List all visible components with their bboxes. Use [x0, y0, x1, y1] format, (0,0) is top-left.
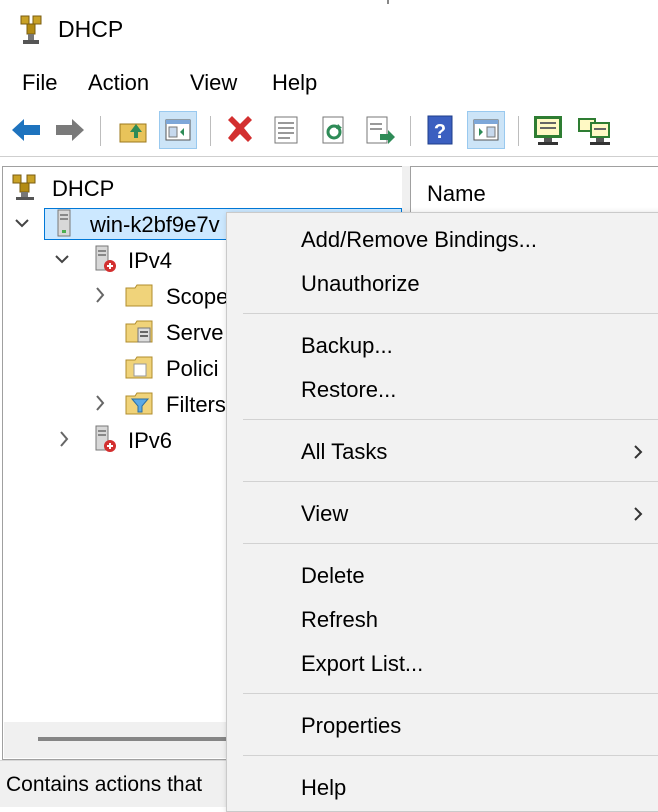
- menu-item-backup[interactable]: Backup...: [301, 333, 393, 359]
- title-divider: [387, 0, 389, 4]
- menu-separator: [243, 755, 658, 756]
- status-text: Contains actions that: [6, 773, 203, 796]
- menu-item-properties[interactable]: Properties: [301, 713, 401, 739]
- menu-help[interactable]: Help: [270, 70, 319, 96]
- context-menu: Add/Remove Bindings... Unauthorize Backu…: [226, 212, 658, 812]
- menu-item-add-remove-bindings[interactable]: Add/Remove Bindings...: [301, 227, 537, 253]
- tree-label: Polici: [166, 356, 219, 381]
- menu-separator: [243, 419, 658, 420]
- delete-icon[interactable]: [222, 112, 258, 148]
- tree-item-dhcp-root[interactable]: DHCP: [10, 172, 390, 204]
- scrollbar-thumb[interactable]: [38, 737, 238, 741]
- toolbar: ?: [0, 106, 658, 157]
- chevron-right-icon[interactable]: [56, 428, 72, 450]
- toolbar-separator: [518, 116, 519, 146]
- chevron-down-icon[interactable]: [14, 212, 30, 234]
- tree-label: Filters: [166, 392, 226, 417]
- ipv4-server-icon: [90, 244, 120, 274]
- up-one-level-icon[interactable]: [116, 112, 152, 148]
- folder-icon: [124, 280, 154, 310]
- refresh-icon[interactable]: [316, 112, 352, 148]
- menu-item-export-list[interactable]: Export List...: [301, 651, 423, 677]
- server-icon: [50, 208, 80, 238]
- menu-file[interactable]: File: [20, 70, 59, 96]
- column-header-name[interactable]: Name: [427, 181, 486, 207]
- server-statistics-icon[interactable]: [530, 112, 566, 148]
- menu-item-refresh[interactable]: Refresh: [301, 607, 378, 633]
- toolbar-separator: [100, 116, 101, 146]
- menu-action[interactable]: Action: [86, 70, 151, 96]
- menu-separator: [243, 313, 658, 314]
- dhcp-app-icon: [18, 14, 46, 46]
- chevron-right-icon[interactable]: [92, 284, 108, 306]
- menu-item-unauthorize[interactable]: Unauthorize: [301, 271, 420, 297]
- menu-item-restore[interactable]: Restore...: [301, 377, 396, 403]
- ipv6-server-icon: [90, 424, 120, 454]
- menu-bar: File Action View Help: [0, 62, 658, 106]
- svg-text:?: ?: [434, 121, 446, 143]
- menu-item-view[interactable]: View: [301, 501, 348, 527]
- submenu-arrow-icon: [631, 503, 645, 525]
- export-list-icon[interactable]: [362, 112, 398, 148]
- menu-separator: [243, 693, 658, 694]
- forward-arrow-icon[interactable]: [52, 112, 88, 148]
- tree-label: IPv4: [128, 248, 173, 273]
- dhcp-root-icon: [10, 172, 40, 202]
- tree-label: DHCP: [52, 176, 115, 201]
- filter-folder-icon: [124, 388, 154, 418]
- help-icon[interactable]: ?: [422, 112, 458, 148]
- chevron-right-icon[interactable]: [92, 392, 108, 414]
- chevron-down-icon[interactable]: [54, 248, 70, 270]
- tree-label: Serve: [166, 320, 224, 345]
- back-arrow-icon[interactable]: [8, 112, 44, 148]
- toolbar-separator: [410, 116, 411, 146]
- tree-label: IPv6: [128, 428, 173, 453]
- toolbar-separator: [210, 116, 211, 146]
- menu-item-delete[interactable]: Delete: [301, 563, 365, 589]
- window-title: DHCP: [58, 16, 124, 42]
- server-options-icon[interactable]: [576, 112, 612, 148]
- title-bar: DHCP: [0, 0, 658, 62]
- submenu-arrow-icon: [631, 441, 645, 463]
- policies-folder-icon: [124, 352, 154, 382]
- menu-item-help[interactable]: Help: [301, 775, 346, 801]
- properties-icon[interactable]: [268, 112, 304, 148]
- menu-separator: [243, 543, 658, 544]
- menu-view[interactable]: View: [188, 70, 239, 96]
- show-hide-console-tree-icon[interactable]: [159, 111, 197, 149]
- server-options-folder-icon: [124, 316, 154, 346]
- tree-label: Scope: [166, 284, 229, 309]
- menu-separator: [243, 481, 658, 482]
- menu-item-all-tasks[interactable]: All Tasks: [301, 439, 387, 465]
- tree-label: win-k2bf9e7v: [90, 212, 220, 237]
- show-hide-action-pane-icon[interactable]: [467, 111, 505, 149]
